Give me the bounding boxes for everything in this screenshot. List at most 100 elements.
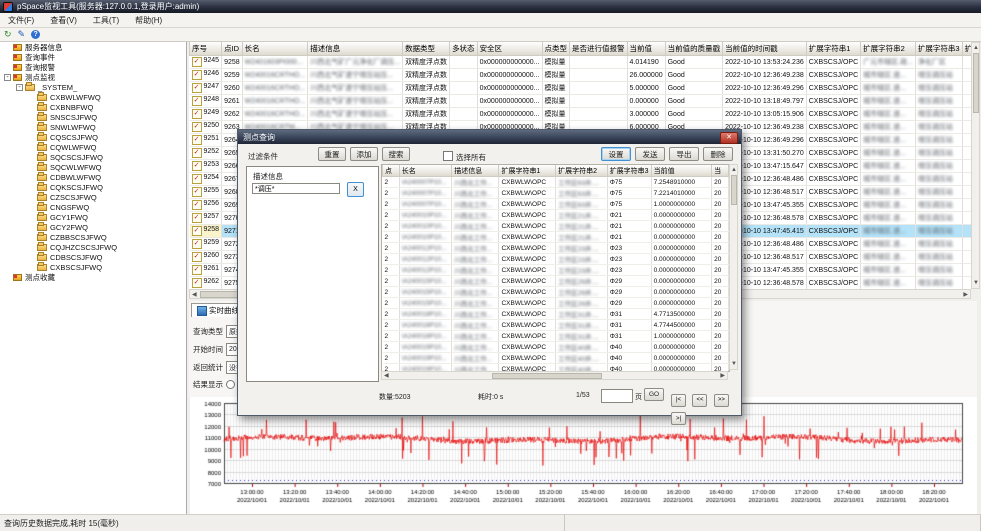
column-header[interactable]: 扩展字符串3 — [915, 42, 962, 56]
select-all-checkbox[interactable]: 选择所有 — [443, 151, 486, 163]
column-header[interactable]: 点 — [383, 165, 400, 177]
scroll-down-icon[interactable]: ▼ — [973, 280, 979, 286]
points-table-vscrollbar[interactable]: ▲ ▼ — [971, 42, 980, 289]
sidebar-item-查询事件[interactable]: 查询事件 — [0, 52, 186, 62]
sidebar-item-gcy2fwq[interactable]: GCY2FWQ — [0, 222, 186, 232]
column-header[interactable]: 当前值的时间戳 — [723, 42, 807, 56]
column-header[interactable]: 长名 — [399, 165, 452, 177]
scroll-down-icon[interactable]: ▼ — [731, 361, 737, 367]
scroll-up-icon[interactable]: ▲ — [731, 167, 737, 173]
go-button[interactable]: GO — [644, 388, 664, 401]
send-button[interactable]: 发送 — [635, 147, 665, 161]
table-row[interactable]: 2\A240010P10...川西北工作...CXBWLW\OPC工作区21井.… — [383, 210, 729, 221]
result-table-hscrollbar[interactable]: ◀ ▶ — [381, 371, 728, 380]
table-row[interactable]: 2\A240015P10...川西北工作...CXBWLW\OPC工作区29井.… — [383, 287, 729, 298]
column-header[interactable]: 安全区 — [477, 42, 542, 56]
sidebar-item-cxbscsjfwq[interactable]: CXBSCSJFWQ — [0, 262, 186, 272]
table-row[interactable]: ✓92479260W240016CRTHO...川西北气矿遂宁增压站压...双精… — [190, 82, 973, 95]
sidebar-item-czbbscsjfwq[interactable]: CZBBSCSJFWQ — [0, 232, 186, 242]
result-list-radio[interactable] — [226, 380, 235, 389]
menu-item[interactable]: 查看(V) — [42, 13, 85, 27]
delete-button[interactable]: 删除 — [703, 147, 733, 161]
column-header[interactable]: 数据类型 — [403, 42, 450, 56]
edit-curve-icon[interactable]: ✎ — [18, 30, 26, 39]
refresh-icon[interactable]: ↻ — [4, 30, 12, 39]
table-row[interactable]: ✓92499262W240016CRTHO...川西北气矿遂宁增压站压...双精… — [190, 108, 973, 121]
column-header[interactable]: 点类型 — [542, 42, 570, 56]
sidebar-item-cqscsjfwq[interactable]: CQSCSJFWQ — [0, 132, 186, 142]
reset-button[interactable]: 重置 — [318, 147, 346, 161]
sidebar-item-测点收藏[interactable]: 测点收藏 — [0, 272, 186, 282]
column-header[interactable]: 扩展字符串1 — [806, 42, 860, 56]
scroll-right-icon[interactable]: ▶ — [963, 292, 968, 298]
table-row[interactable]: 2\A240012P10...川西北工作...CXBWLW\OPC工作区23井.… — [383, 265, 729, 276]
sidebar-item-snscsjfwq[interactable]: SNSCSJFWQ — [0, 112, 186, 122]
column-header[interactable]: 点ID — [222, 42, 243, 56]
table-row[interactable]: 2\A240007P10...川西北工作...CXBWLW\OPC工作区63井.… — [383, 199, 729, 210]
column-header[interactable]: 当前值 — [651, 165, 712, 177]
sidebar-item-查询报警[interactable]: 查询报警 — [0, 62, 186, 72]
table-row[interactable]: 2\A240015P10...川西北工作...CXBWLW\OPC工作区29井.… — [383, 276, 729, 287]
sidebar-item-cqkscsjfwq[interactable]: CQKSCSJFWQ — [0, 182, 186, 192]
result-table-vscrollbar[interactable]: ▲ ▼ — [729, 164, 738, 370]
scroll-right-icon[interactable]: ▶ — [720, 373, 725, 379]
title-bar[interactable]: pSpace监视工具(服务器:127.0.0.1,登录用户:admin) — [0, 0, 981, 13]
column-header[interactable]: 描述信息 — [452, 165, 499, 177]
sidebar-item-cdbwlwfwq[interactable]: CDBWLWFWQ — [0, 172, 186, 182]
help-icon[interactable]: ? — [31, 30, 40, 39]
sidebar-item-_system_[interactable]: -_SYSTEM_ — [0, 82, 186, 92]
prev-page-button[interactable]: << — [692, 394, 707, 407]
table-row[interactable]: 2\A240019P10...川西北工作...CXBWLW\OPC工作区40井.… — [383, 342, 729, 353]
table-row[interactable]: ✓92459258W2401603PI000...川西北气矿广元净化厂调压...… — [190, 56, 973, 69]
scroll-left-icon[interactable]: ◀ — [384, 373, 389, 379]
column-header[interactable]: 当前值 — [627, 42, 665, 56]
clear-filter-button[interactable]: X — [347, 182, 364, 197]
search-button[interactable]: 搜索 — [382, 147, 410, 161]
column-header[interactable]: 序号 — [190, 42, 222, 56]
column-header[interactable]: 多状态 — [450, 42, 478, 56]
sidebar-item-cqjhzcscsjfwq[interactable]: CQJHZCSCSJFWQ — [0, 242, 186, 252]
table-row[interactable]: 2\A240010P10...川西北工作...CXBWLW\OPC工作区21井.… — [383, 221, 729, 232]
table-row[interactable]: 2\A240018P10...川西北工作...CXBWLW\OPC工作区31井.… — [383, 331, 729, 342]
add-button[interactable]: 添加 — [350, 147, 378, 161]
column-header[interactable]: 扩展字符串2 — [861, 42, 916, 56]
expander-icon[interactable]: - — [16, 84, 23, 91]
table-row[interactable]: 2\A240012P10...川西北工作...CXBWLW\OPC工作区23井.… — [383, 243, 729, 254]
table-row[interactable]: ✓92489261W240016CRTHO...川西北气矿遂宁增压站压...双精… — [190, 95, 973, 108]
sidebar-item-sqcscsjfwq[interactable]: SQCSCSJFWQ — [0, 152, 186, 162]
table-row[interactable]: 2\A240012P10...川西北工作...CXBWLW\OPC工作区23井.… — [383, 254, 729, 265]
scroll-left-icon[interactable]: ◀ — [192, 292, 197, 298]
column-header[interactable]: 描述信息 — [308, 42, 403, 56]
menu-item[interactable]: 帮助(H) — [127, 13, 170, 27]
table-row[interactable]: 2\A240018P10...川西北工作...CXBWLW\OPC工作区31井.… — [383, 309, 729, 320]
table-row[interactable]: 2\A240007P10...川西北工作...CXBWLW\OPC工作区63井.… — [383, 188, 729, 199]
sidebar-item-sqcwlwfwq[interactable]: SQCWLWFWQ — [0, 162, 186, 172]
column-header[interactable]: 当 — [712, 165, 729, 177]
sidebar-item-czscsjfwq[interactable]: CZSCSJFWQ — [0, 192, 186, 202]
sidebar-item-cngsfwq[interactable]: CNGSFWQ — [0, 202, 186, 212]
table-row[interactable]: 2\A240019P10...川西北工作...CXBWLW\OPC工作区40井.… — [383, 353, 729, 364]
menu-item[interactable]: 工具(T) — [85, 13, 127, 27]
sidebar-item-cxbwlwfwq[interactable]: CXBWLWFWQ — [0, 92, 186, 102]
sidebar-item-服务器信息[interactable]: 服务器信息 — [0, 42, 186, 52]
sidebar-item-gcy1fwq[interactable]: GCY1FWQ — [0, 212, 186, 222]
column-header[interactable]: 扩展字符串3 — [607, 165, 651, 177]
dialog-title-bar[interactable]: 测点查询 ✕ — [238, 130, 741, 144]
filter-value-input[interactable] — [252, 183, 340, 194]
column-header[interactable]: 扩展字符串1 — [499, 165, 556, 177]
column-header[interactable]: 长名 — [242, 42, 308, 56]
table-row[interactable]: 2\A240010P10...川西北工作...CXBWLW\OPC工作区21井.… — [383, 232, 729, 243]
checkbox-icon[interactable] — [443, 151, 453, 161]
table-row[interactable]: 2\A240018P10...川西北工作...CXBWLW\OPC工作区31井.… — [383, 320, 729, 331]
page-number-input[interactable] — [601, 389, 633, 403]
sidebar-item-测点监视[interactable]: -测点监视 — [0, 72, 186, 82]
export-button[interactable]: 导出 — [669, 147, 699, 161]
table-row[interactable]: 2\A240007P10...川西北工作...CXBWLW\OPC工作区63井.… — [383, 177, 729, 188]
menu-item[interactable]: 文件(F) — [0, 13, 42, 27]
column-header[interactable]: 是否进行值报警 — [570, 42, 628, 56]
sidebar-item-cdbscsjfwq[interactable]: CDBSCSJFWQ — [0, 252, 186, 262]
settings-button[interactable]: 设置 — [601, 147, 631, 161]
sidebar-item-snwlwfwq[interactable]: SNWLWFWQ — [0, 122, 186, 132]
sidebar-item-cqwlwfwq[interactable]: CQWLWFWQ — [0, 142, 186, 152]
next-page-button[interactable]: >> — [714, 394, 729, 407]
